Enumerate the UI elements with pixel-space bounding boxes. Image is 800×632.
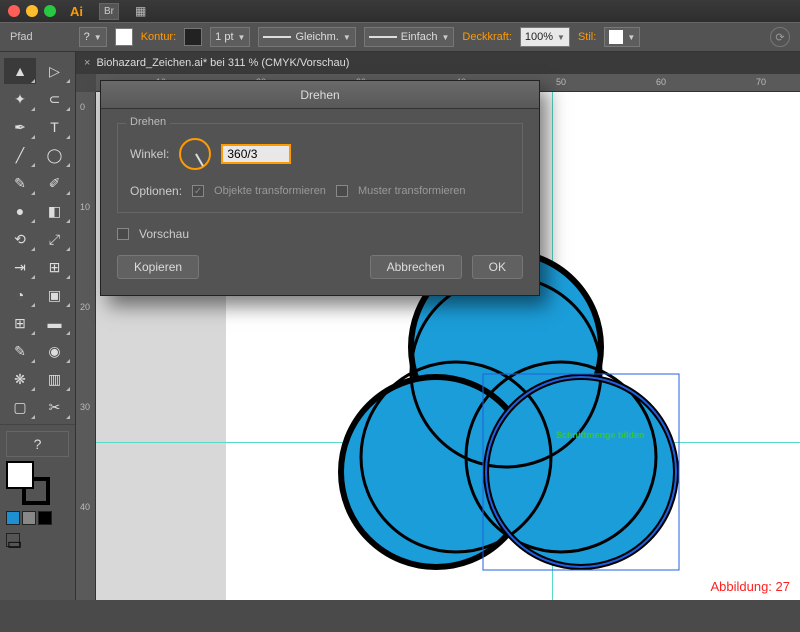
gradient-mode-icon[interactable] [22,511,36,525]
preview-label: Vorschau [139,227,189,241]
type-tool[interactable]: T [39,114,71,140]
mesh-tool[interactable]: ⊞ [4,310,36,336]
fill-box-icon[interactable] [6,461,34,489]
minimize-window-icon[interactable] [26,5,38,17]
rotate-dialog: Drehen Drehen Winkel: Optionen: Objekte … [100,80,540,296]
tab-close-icon[interactable]: × [84,57,90,69]
graph-tool[interactable]: ▥ [39,366,71,392]
ok-button[interactable]: OK [472,255,523,279]
options-label: Optionen: [130,184,182,198]
help-dropdown[interactable]: ?▼ [79,27,107,47]
opacity-label: Deckkraft: [462,31,512,43]
pen-tool[interactable]: ✒ [4,114,36,140]
stroke-label: Kontur: [141,31,176,43]
symbol-sprayer-tool[interactable]: ❋ [4,366,36,392]
stroke-weight-dropdown[interactable]: 1 pt▼ [210,27,250,47]
fill-swatch[interactable] [115,28,133,46]
dialog-title[interactable]: Drehen [101,81,539,109]
eraser-tool[interactable]: ◧ [39,198,71,224]
direct-selection-tool[interactable]: ▷ [39,58,71,84]
style-label: Stil: [578,31,596,43]
selection-tool[interactable]: ▲ [4,58,36,84]
magic-wand-tool[interactable]: ✦ [4,86,36,112]
transform-objects-checkbox[interactable] [192,185,204,197]
tools-panel: ▲ ▷ ✦ ⊂ ✒ T ╱ ◯ ✎ ✐ ● ◧ ⟲ ⤢ ⇥ ⊞ ◔ ▣ ⊞ ▬ … [0,52,76,600]
stroke-profile-dropdown[interactable]: Gleichm.▼ [258,27,355,47]
paintbrush-tool[interactable]: ✎ [4,170,36,196]
eyedropper-tool[interactable]: ✎ [4,338,36,364]
preview-checkbox[interactable] [117,228,129,240]
shape-builder-tool[interactable]: ◔ [4,282,36,308]
scale-tool[interactable]: ⤢ [39,226,71,252]
opacity-dropdown[interactable]: 100%▼ [520,27,570,47]
document-tab[interactable]: × Biohazard_Zeichen.ai* bei 311 % (CMYK/… [76,52,800,74]
stroke-swatch[interactable] [184,28,202,46]
screen-mode-icon[interactable]: ▭ [6,533,20,547]
brush-dropdown[interactable]: Einfach▼ [364,27,455,47]
unknown-tool[interactable]: ? [6,431,69,457]
app-logo-icon: Ai [70,4,83,19]
color-mode-swatches [6,511,69,525]
angle-input[interactable] [221,144,291,164]
width-tool[interactable]: ⇥ [4,254,36,280]
selection-type-label: Pfad [10,31,33,43]
style-dropdown[interactable]: ▼ [604,27,640,47]
blend-tool[interactable]: ◉ [39,338,71,364]
ellipse-tool[interactable]: ◯ [39,142,71,168]
angle-label: Winkel: [130,147,169,161]
transform-patterns-checkbox[interactable] [336,185,348,197]
figure-caption: Abbildung: 27 [710,579,790,594]
copy-button[interactable]: Kopieren [117,255,199,279]
control-bar: Pfad ?▼ Kontur: 1 pt▼ Gleichm.▼ Einfach▼… [0,22,800,52]
mac-titlebar: Ai Br ▦ [0,0,800,22]
close-window-icon[interactable] [8,5,20,17]
line-tool[interactable]: ╱ [4,142,36,168]
transform-objects-label: Objekte transformieren [214,185,326,197]
transform-patterns-label: Muster transformieren [358,185,466,197]
tab-title: Biohazard_Zeichen.ai* bei 311 % (CMYK/Vo… [96,57,349,69]
free-transform-tool[interactable]: ⊞ [39,254,71,280]
screen-mode-row: ▭ [6,533,69,547]
color-mode-icon[interactable] [6,511,20,525]
fieldset-legend: Drehen [126,116,170,128]
blob-brush-tool[interactable]: ● [4,198,36,224]
smart-guide-label: Schnittmenge bilden [556,430,645,440]
arrange-documents-icon[interactable]: ▦ [135,4,146,18]
slice-tool[interactable]: ✂ [39,394,71,420]
rotate-fieldset: Drehen Winkel: Optionen: Objekte transfo… [117,123,523,213]
fill-stroke-control[interactable] [6,461,50,505]
pencil-tool[interactable]: ✐ [39,170,71,196]
rotate-tool[interactable]: ⟲ [4,226,36,252]
angle-dial[interactable] [179,138,211,170]
perspective-tool[interactable]: ▣ [39,282,71,308]
lasso-tool[interactable]: ⊂ [39,86,71,112]
sync-settings-icon[interactable]: ⟳ [770,27,790,47]
bridge-button[interactable]: Br [99,3,119,20]
ruler-vertical[interactable]: 0 10 20 30 40 [76,92,96,600]
artboard-tool[interactable]: ▢ [4,394,36,420]
cancel-button[interactable]: Abbrechen [370,255,462,279]
none-mode-icon[interactable] [38,511,52,525]
zoom-window-icon[interactable] [44,5,56,17]
gradient-tool[interactable]: ▬ [39,310,71,336]
